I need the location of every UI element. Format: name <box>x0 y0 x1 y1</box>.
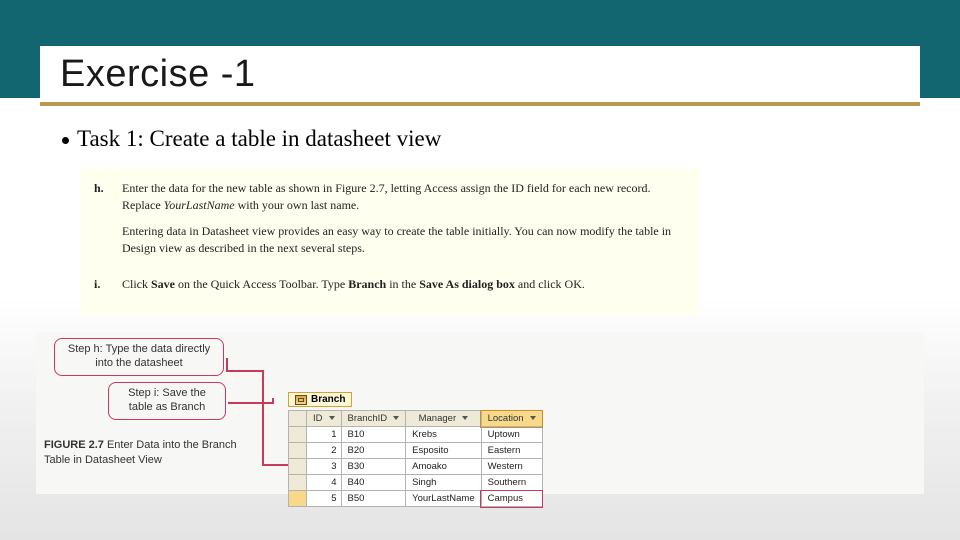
figure-caption: FIGURE 2.7 Enter Data into the Branch Ta… <box>44 438 244 468</box>
chevron-down-icon <box>462 416 468 420</box>
cell-id[interactable]: 3 <box>307 459 342 475</box>
col-location[interactable]: Location <box>481 411 542 427</box>
datasheet-table: ID BranchID Manager Location 1 B10 Krebs… <box>288 410 543 507</box>
table-body: 1 B10 Krebs Uptown 2 B20 Esposito Easter… <box>289 427 543 507</box>
cell-id[interactable]: 5 <box>307 491 342 507</box>
cell-branchid[interactable]: B20 <box>341 443 406 459</box>
table-row: 2 B20 Esposito Eastern <box>289 443 543 459</box>
instruction-i: i. Click Save on the Quick Access Toolba… <box>94 276 686 301</box>
cell-location[interactable]: Southern <box>481 475 542 491</box>
content: Task 1: Create a table in datasheet view <box>62 126 898 152</box>
table-icon <box>295 395 307 405</box>
chevron-down-icon <box>530 416 536 420</box>
leader-line-icon <box>272 398 274 404</box>
instruction-h-body: Enter the data for the new table as show… <box>122 180 686 266</box>
table-header-row: ID BranchID Manager Location <box>289 411 543 427</box>
chevron-down-icon <box>329 416 335 420</box>
col-manager[interactable]: Manager <box>406 411 482 427</box>
table-row: 3 B30 Amoako Western <box>289 459 543 475</box>
chevron-down-icon <box>393 416 399 420</box>
cell-manager[interactable]: Krebs <box>406 427 482 443</box>
table-row: 1 B10 Krebs Uptown <box>289 427 543 443</box>
bullet-text: Task 1: Create a table in datasheet view <box>77 126 441 152</box>
leader-line-icon <box>262 370 264 466</box>
cell-id[interactable]: 2 <box>307 443 342 459</box>
cell-id[interactable]: 1 <box>307 427 342 443</box>
cell-branchid[interactable]: B10 <box>341 427 406 443</box>
instruction-i-label: i. <box>94 276 110 301</box>
table-row: 4 B40 Singh Southern <box>289 475 543 491</box>
instruction-h-p2: Entering data in Datasheet view provides… <box>122 223 686 258</box>
instruction-h-label: h. <box>94 180 110 266</box>
cell-manager[interactable]: Singh <box>406 475 482 491</box>
leader-line-icon <box>228 402 274 404</box>
callout-step-i: Step i: Save the table as Branch <box>108 382 226 420</box>
leader-line-icon <box>226 358 228 370</box>
instruction-h-p1: Enter the data for the new table as show… <box>122 180 686 215</box>
instruction-i-body: Click Save on the Quick Access Toolbar. … <box>122 276 585 301</box>
cell-branchid[interactable]: B50 <box>341 491 406 507</box>
col-id[interactable]: ID <box>307 411 342 427</box>
slide-title: Exercise -1 <box>60 53 256 96</box>
cell-manager[interactable]: Amoako <box>406 459 482 475</box>
col-branchid[interactable]: BranchID <box>341 411 406 427</box>
instruction-block: h. Enter the data for the new table as s… <box>80 168 700 315</box>
instruction-i-p1: Click Save on the Quick Access Toolbar. … <box>122 276 585 293</box>
figure-zone: Step h: Type the data directly into the … <box>36 332 924 494</box>
instruction-h: h. Enter the data for the new table as s… <box>94 180 686 266</box>
slide: Exercise -1 Task 1: Create a table in da… <box>0 0 960 540</box>
bullet-row: Task 1: Create a table in datasheet view <box>62 126 898 152</box>
row-selector[interactable] <box>289 459 307 475</box>
datasheet-table-wrap: ID BranchID Manager Location 1 B10 Krebs… <box>288 410 543 507</box>
cell-manager[interactable]: Esposito <box>406 443 482 459</box>
table-row: 5 B50 YourLastName Campus <box>289 491 543 507</box>
bullet-dot-icon <box>62 137 69 144</box>
row-header-blank <box>289 411 307 427</box>
cell-location[interactable]: Campus <box>481 491 542 507</box>
title-area: Exercise -1 <box>40 46 920 106</box>
cell-location[interactable]: Eastern <box>481 443 542 459</box>
cell-location[interactable]: Western <box>481 459 542 475</box>
callout-step-h: Step h: Type the data directly into the … <box>54 338 224 376</box>
cell-branchid[interactable]: B40 <box>341 475 406 491</box>
leader-line-icon <box>226 370 264 372</box>
cell-location[interactable]: Uptown <box>481 427 542 443</box>
row-selector[interactable] <box>289 427 307 443</box>
row-selector[interactable] <box>289 443 307 459</box>
cell-id[interactable]: 4 <box>307 475 342 491</box>
datasheet-tab-label: Branch <box>311 394 345 405</box>
cell-branchid[interactable]: B30 <box>341 459 406 475</box>
datasheet-tab[interactable]: Branch <box>288 392 352 407</box>
row-selector[interactable] <box>289 491 307 507</box>
figure-caption-label: FIGURE 2.7 <box>44 439 104 451</box>
cell-manager[interactable]: YourLastName <box>406 491 482 507</box>
row-selector[interactable] <box>289 475 307 491</box>
